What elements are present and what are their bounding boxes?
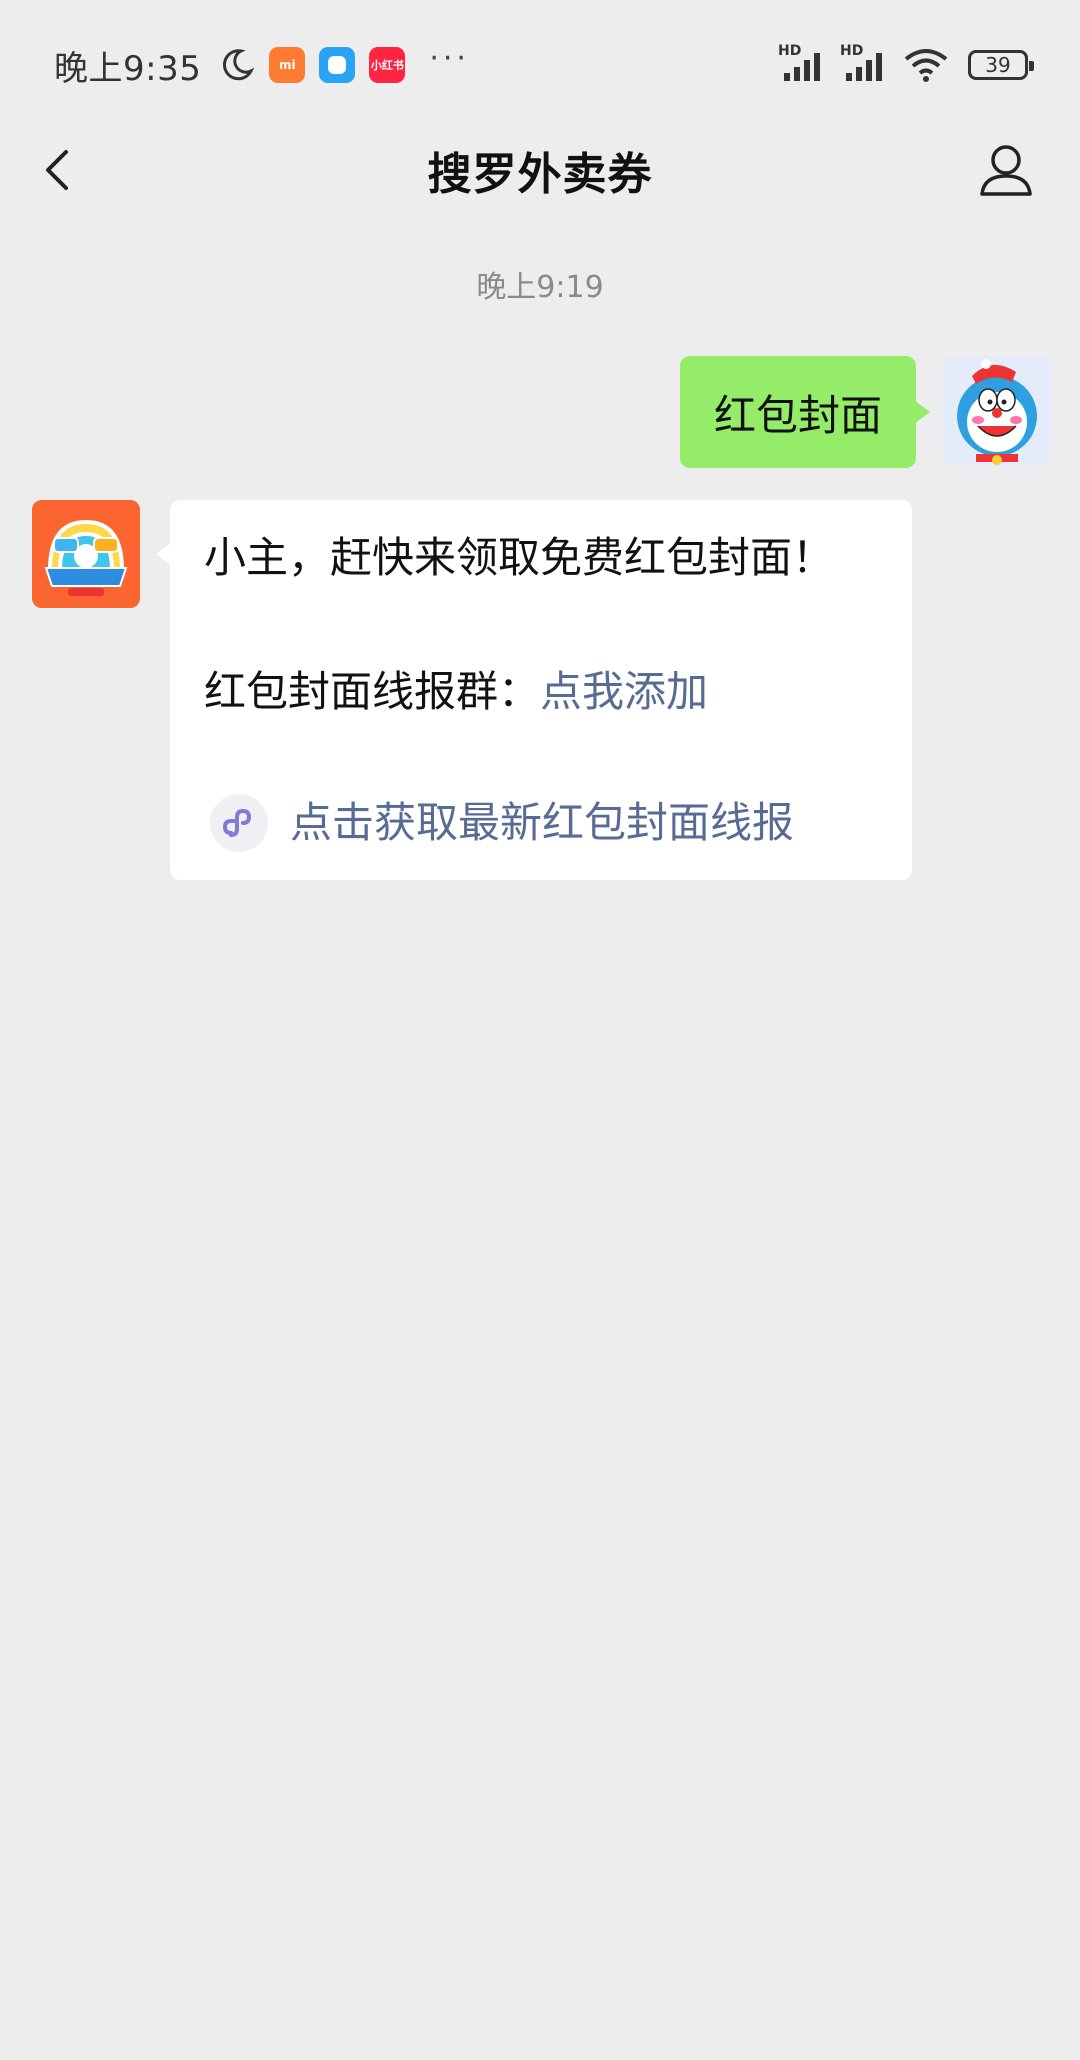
mini-program-text: 点击获取最新红包封面线报 (290, 798, 795, 847)
more-notifications-icon: ··· (429, 40, 470, 76)
status-bar: 晚上9:35 mi 小红书 ··· HD HD 39 (0, 0, 1080, 130)
hd-label-2: HD (840, 43, 864, 59)
outgoing-message: 红包封面 (679, 356, 1052, 468)
moon-icon (223, 49, 255, 81)
contact-avatar[interactable] (32, 500, 140, 608)
doraemon-avatar-icon (942, 356, 1052, 466)
incoming-bubble: 小主，赶快来领取免费红包封面！ 红包封面线报群：点我添加 点击获取最新红包封面线… (156, 500, 912, 880)
chevron-left-icon (46, 150, 68, 190)
incoming-line-2: 红包封面线报群：点我添加 (204, 664, 878, 720)
status-left: 晚上9:35 mi 小红书 ··· (54, 41, 470, 90)
hd-label: HD (778, 43, 802, 59)
outgoing-text: 红包封面 (713, 390, 882, 440)
status-right: HD HD 39 (778, 43, 1034, 83)
status-time: 晚上9:35 (54, 48, 202, 89)
outgoing-bubble[interactable]: 红包封面 (679, 356, 931, 468)
wifi-icon (904, 49, 948, 82)
chat-header: 搜罗外卖券 (0, 120, 1080, 220)
mi-store-label: mi (279, 58, 296, 72)
add-group-link[interactable]: 点我添加 (540, 667, 708, 716)
group-label: 红包封面线报群： (204, 667, 541, 716)
bot-avatar-icon (32, 500, 140, 608)
mini-program-icon (210, 794, 268, 852)
self-avatar[interactable] (942, 356, 1052, 466)
back-button[interactable] (34, 144, 86, 196)
incoming-message: 小主，赶快来领取免费红包封面！ 红包封面线报群：点我添加 点击获取最新红包封面线… (32, 500, 912, 880)
xiaohongshu-label: 小红书 (370, 59, 404, 72)
battery-level: 39 (985, 53, 1011, 77)
signal-icon-2: HD (840, 43, 890, 83)
battery-icon: 39 (968, 50, 1034, 80)
message-timestamp: 晚上9:19 (476, 270, 604, 305)
message-app-icon (319, 47, 356, 83)
signal-icon: HD (778, 43, 828, 83)
mi-store-icon: mi (269, 47, 306, 83)
person-icon (980, 145, 1032, 196)
xiaohongshu-icon: 小红书 (369, 47, 406, 83)
mini-program-link[interactable]: 点击获取最新红包封面线报 (204, 794, 878, 852)
chat-title: 搜罗外卖券 (427, 149, 653, 200)
chat-info-button[interactable] (976, 140, 1036, 200)
incoming-line-1: 小主，赶快来领取免费红包封面！ (204, 533, 835, 582)
